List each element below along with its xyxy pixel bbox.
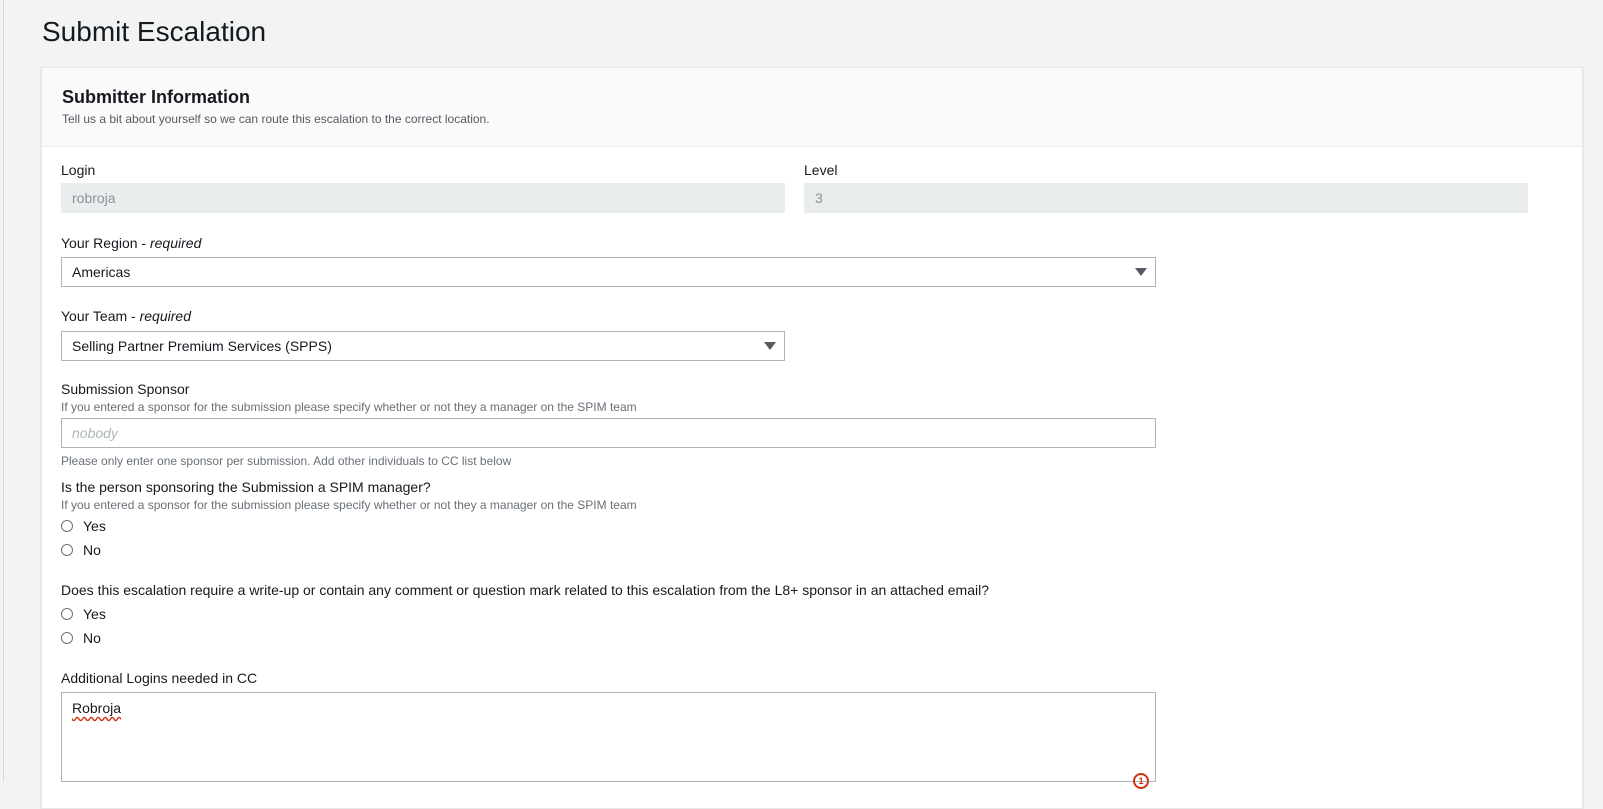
- level-label: Level: [804, 162, 838, 178]
- panel-title: Submitter Information: [62, 87, 250, 107]
- cc-textarea-value: Robroja: [72, 700, 122, 716]
- required-marker: required: [149, 235, 202, 251]
- region-selected-value: Americas: [72, 264, 131, 280]
- sponsor-footnote: Please only enter one sponsor per submis…: [61, 454, 512, 468]
- radio-label: Yes: [83, 606, 106, 622]
- region-label: Your Region - required: [61, 235, 202, 251]
- caret-down-icon: [1135, 268, 1147, 276]
- required-marker: required: [139, 308, 191, 324]
- level-field: 3: [804, 183, 1528, 213]
- radio-label: No: [83, 542, 101, 558]
- radio-circle-icon: [61, 608, 73, 620]
- region-select[interactable]: Americas: [61, 257, 1156, 287]
- spim-manager-hint: If you entered a sponsor for the submiss…: [61, 498, 637, 512]
- spim-manager-yes-radio[interactable]: Yes: [61, 517, 106, 535]
- writeup-question: Does this escalation require a write-up …: [61, 582, 989, 598]
- radio-circle-icon: [61, 632, 73, 644]
- team-selected-value: Selling Partner Premium Services (SPPS): [72, 338, 332, 354]
- caret-down-icon: [764, 342, 776, 350]
- cc-label: Additional Logins needed in CC: [61, 670, 258, 686]
- grammar-check-icon[interactable]: 1: [1133, 773, 1149, 789]
- spim-manager-question: Is the person sponsoring the Submission …: [61, 479, 431, 495]
- login-field: robroja: [61, 183, 785, 213]
- cc-textarea[interactable]: Robroja 1: [61, 692, 1156, 789]
- panel-header: Submitter Information Tell us a bit abou…: [42, 68, 1582, 147]
- radio-circle-icon: [61, 520, 73, 532]
- panel-description: Tell us a bit about yourself so we can r…: [62, 112, 490, 126]
- sponsor-hint: If you entered a sponsor for the submiss…: [61, 400, 637, 414]
- sponsor-input[interactable]: [61, 418, 1156, 448]
- writeup-yes-radio[interactable]: Yes: [61, 605, 106, 623]
- team-label: Your Team - required: [61, 308, 191, 324]
- radio-label: No: [83, 630, 101, 646]
- submitter-information-panel: Submitter Information Tell us a bit abou…: [41, 67, 1583, 809]
- page-title: Submit Escalation: [42, 16, 267, 47]
- login-label: Login: [61, 162, 96, 178]
- spim-manager-no-radio[interactable]: No: [61, 541, 101, 559]
- team-select[interactable]: Selling Partner Premium Services (SPPS): [61, 331, 785, 361]
- writeup-no-radio[interactable]: No: [61, 629, 101, 647]
- radio-circle-icon: [61, 544, 73, 556]
- radio-label: Yes: [83, 518, 106, 534]
- sponsor-label: Submission Sponsor: [61, 381, 190, 397]
- left-border: [3, 0, 4, 782]
